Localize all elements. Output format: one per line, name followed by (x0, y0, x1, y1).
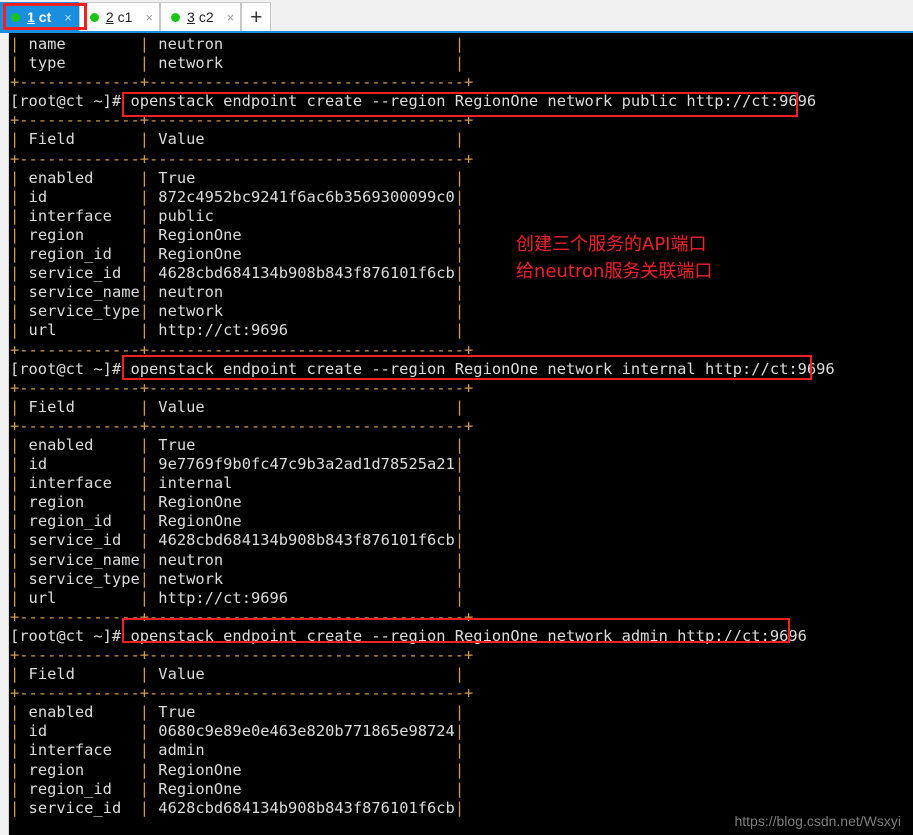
table-row: | interface | internal | (10, 474, 465, 493)
table-row: | url | http://ct:9696 | (10, 588, 465, 607)
table-row: | id | 9e7769f9b0fc47c9b3a2ad1d78525a21| (10, 455, 465, 474)
tab-3-number: 3 (187, 9, 195, 25)
table-header-row: | Field | Value | (10, 397, 465, 416)
close-icon[interactable]: × (145, 11, 153, 24)
command-text: openstack endpoint create --region Regio… (130, 626, 807, 645)
table-row: | id | 872c4952bc9241f6ac6b3569300099c0| (10, 187, 465, 206)
table-header-row: | Field | Value | (10, 665, 465, 684)
table-row: | enabled | True | (10, 703, 465, 722)
terminal-panel: | name | neutron | | type | network | +---… (0, 33, 913, 835)
tab-status-dot-icon (89, 12, 99, 22)
table-row: | name | neutron | (10, 35, 465, 53)
command-text: openstack endpoint create --region Regio… (130, 92, 817, 111)
command-line: [root@ct ~]# openstack endpoint create -… (10, 626, 807, 645)
tab-3-label: 3 c2 (187, 9, 214, 25)
terminal-output: | name | neutron | | type | network | +---… (10, 33, 913, 835)
table-row: | service_type| network | (10, 569, 465, 588)
command-line: [root@ct ~]# openstack endpoint create -… (10, 92, 817, 111)
table-separator: +-------------+-------------------------… (10, 378, 474, 397)
table-row: | service_type| network | (10, 302, 465, 321)
new-tab-button[interactable]: + (241, 2, 272, 31)
watermark: https://blog.csdn.net/Wsxyi (734, 813, 901, 829)
terminal-tab-2[interactable]: 2 c1 × (78, 2, 161, 31)
scrollbar-thumb[interactable] (0, 33, 8, 723)
table-separator: +-------------+-------------------------… (10, 607, 474, 626)
table-row: | id | 0680c9e89e0e463e820b771865e98724| (10, 722, 465, 741)
tab-1-label: 1 ct (27, 9, 51, 25)
table-row: | region | RegionOne | (10, 760, 465, 779)
table-separator: +-------------+-------------------------… (10, 73, 474, 92)
table-separator: +-------------+-------------------------… (10, 684, 474, 703)
tab-status-dot-icon (11, 12, 20, 22)
table-row: | service_id | 4628cbd684134b908b843f876… (10, 531, 465, 550)
table-row: | url | http://ct:9696 | (10, 321, 465, 340)
table-row: | enabled | True | (10, 168, 465, 187)
table-row: | service_name| neutron | (10, 550, 465, 569)
table-separator: +-------------+-------------------------… (10, 340, 474, 359)
table-separator: +-------------+-------------------------… (10, 149, 474, 168)
table-row: | region | RegionOne | (10, 225, 465, 244)
command-line: [root@ct ~]# openstack endpoint create -… (10, 359, 835, 378)
table-row: | region_id | RegionOne | (10, 245, 465, 264)
annotation-text: 创建三个服务的API端口 给neutron服务关联端口 (516, 234, 713, 282)
table-separator: +-------------+-------------------------… (10, 416, 474, 435)
table-row: | type | network | (10, 54, 465, 73)
table-row: | interface | public | (10, 206, 465, 225)
tab-status-dot-icon (171, 12, 181, 22)
table-row: | region_id | RegionOne | (10, 512, 465, 531)
tab-2-title: c1 (117, 9, 133, 25)
tab-1-number: 1 (27, 9, 35, 25)
table-separator: +-------------+-------------------------… (10, 646, 474, 664)
table-header-row: | Field | Value | (10, 130, 465, 149)
close-icon[interactable]: × (227, 11, 235, 24)
close-icon[interactable]: × (64, 11, 72, 24)
table-row: | region | RegionOne | (10, 493, 465, 512)
terminal-tab-1[interactable]: 1 ct × (0, 2, 79, 31)
table-separator: +-------------+-------------------------… (10, 111, 474, 130)
table-row: | service_name| neutron | (10, 283, 465, 302)
table-row: | region_id | RegionOne | (10, 779, 465, 798)
tab-2-label: 2 c1 (106, 9, 133, 25)
command-text: openstack endpoint create --region Regio… (130, 359, 835, 378)
tab-bar: 1 ct × 2 c1 × 3 c2 × + (0, 0, 913, 33)
table-row: | service_id | 4628cbd684134b908b843f876… (10, 264, 465, 283)
tab-2-number: 2 (105, 9, 114, 25)
table-row: | interface | admin | (10, 741, 465, 760)
tab-1-title: ct (38, 9, 52, 25)
table-row: | enabled | True | (10, 435, 465, 454)
terminal-scrollbar[interactable] (0, 33, 9, 835)
terminal-tab-3[interactable]: 3 c2 × (160, 2, 242, 31)
tab-3-title: c2 (198, 9, 214, 25)
